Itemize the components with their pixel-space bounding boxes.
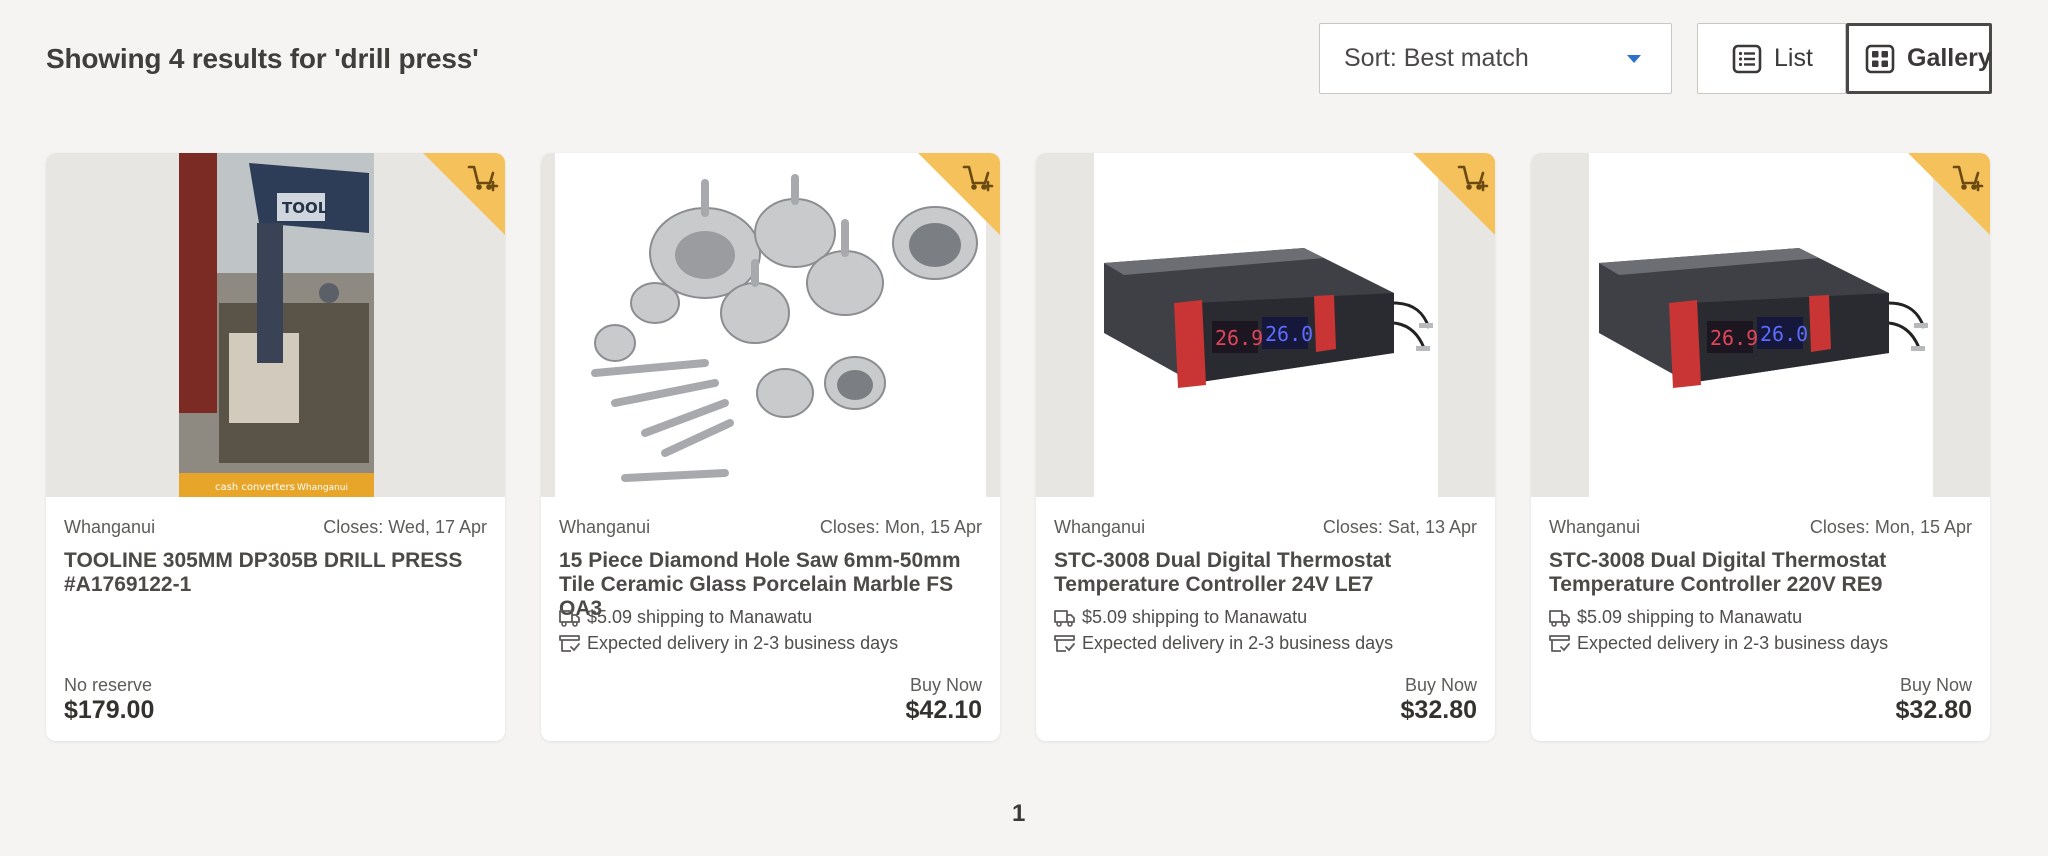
shipping-text: $5.09 shipping to Manawatu <box>587 607 813 627</box>
listing-price: $42.10 <box>905 696 982 724</box>
delivery-text: Expected delivery in 2-3 business days <box>1082 633 1394 653</box>
listing-meta: Whanganui Closes: Wed, 17 Apr <box>64 517 487 538</box>
watchlist-button[interactable] <box>918 153 1000 235</box>
listing-meta: Whanganui Closes: Mon, 15 Apr <box>1549 517 1972 538</box>
listing-image[interactable]: 26.9 26.0 <box>1036 153 1495 497</box>
store-logo-text: cash converters <box>215 482 295 493</box>
listing-title[interactable]: STC-3008 Dual Digital Thermostat Tempera… <box>1549 549 1972 597</box>
listing-image[interactable] <box>541 153 1000 497</box>
listing-location: Whanganui <box>559 517 651 537</box>
view-toggle: List Gallery <box>1697 23 1992 94</box>
listing-price: $179.00 <box>64 696 155 724</box>
truck-icon <box>559 609 580 627</box>
delivery-text: Expected delivery in 2-3 business days <box>587 633 899 653</box>
thermostat-controller-photo: 26.9 26.0 <box>1094 153 1438 497</box>
thermo-right-reading: 26.0 <box>1760 322 1808 346</box>
gallery-icon <box>1865 44 1895 73</box>
shipping-info: $5.09 shipping to Manawatu <box>1054 607 1307 628</box>
listing-title[interactable]: TOOLINE 305MM DP305B DRILL PRESS #A17691… <box>64 549 487 597</box>
price-label: No reserve <box>64 675 153 695</box>
delivery-info: Expected delivery in 2-3 business days <box>559 633 898 654</box>
shipping-text: $5.09 shipping to Manawatu <box>1082 607 1308 627</box>
delivery-check-icon <box>1054 634 1075 652</box>
list-view-button[interactable]: List <box>1697 23 1846 94</box>
watchlist-button[interactable] <box>1908 153 1990 235</box>
listing-card[interactable]: 26.9 26.0 Whanganui Closes: Sat, 13 Apr … <box>1036 153 1495 741</box>
listing-closes: Closes: Wed, 17 Apr <box>323 517 487 537</box>
listing-card[interactable]: TOOL cash converters Whanganui Whanganui… <box>46 153 505 741</box>
listing-closes: Closes: Sat, 13 Apr <box>1322 517 1477 537</box>
listing-image[interactable]: TOOL cash converters Whanganui <box>46 153 505 497</box>
listing-location: Whanganui <box>1549 517 1641 537</box>
delivery-text: Expected delivery in 2-3 business days <box>1577 633 1889 653</box>
price-label: Buy Now <box>1404 675 1477 695</box>
truck-icon <box>1549 609 1570 627</box>
delivery-check-icon <box>1549 634 1570 652</box>
listing-title[interactable]: STC-3008 Dual Digital Thermostat Tempera… <box>1054 549 1477 597</box>
gallery-view-label: Gallery <box>1907 44 1992 72</box>
listing-card[interactable]: 26.9 26.0 Whanganui Closes: Mon, 15 Apr … <box>1531 153 1990 741</box>
results-toolbar: Showing 4 results for 'drill press' Sort… <box>46 23 1992 95</box>
thermo-right-reading: 26.0 <box>1265 322 1313 346</box>
store-branch-text: Whanganui <box>297 483 348 493</box>
listing-meta: Whanganui Closes: Mon, 15 Apr <box>559 517 982 538</box>
listing-image[interactable]: 26.9 26.0 <box>1531 153 1990 497</box>
listing-grid: TOOL cash converters Whanganui Whanganui… <box>46 153 1990 741</box>
thermo-left-reading: 26.9 <box>1215 326 1263 350</box>
tool-brand-text: TOOL <box>282 199 328 217</box>
shipping-text: $5.09 shipping to Manawatu <box>1577 607 1803 627</box>
listing-location: Whanganui <box>1054 517 1146 537</box>
listing-price: $32.80 <box>1895 696 1972 724</box>
thermo-left-reading: 26.9 <box>1710 326 1758 350</box>
results-title: Showing 4 results for 'drill press' <box>46 43 479 74</box>
drill-press-photo: TOOL cash converters Whanganui <box>179 153 374 497</box>
sort-value: Sort: Best match <box>1344 44 1529 72</box>
watchlist-button[interactable] <box>423 153 505 235</box>
list-view-label: List <box>1774 44 1813 72</box>
shipping-info: $5.09 shipping to Manawatu <box>1549 607 1802 628</box>
listing-closes: Closes: Mon, 15 Apr <box>1809 517 1972 537</box>
listing-price: $32.80 <box>1400 696 1477 724</box>
price-label: Buy Now <box>1899 675 1972 695</box>
delivery-check-icon <box>559 634 580 652</box>
listing-closes: Closes: Mon, 15 Apr <box>819 517 982 537</box>
truck-icon <box>1054 609 1075 627</box>
delivery-info: Expected delivery in 2-3 business days <box>1549 633 1888 654</box>
sort-dropdown[interactable]: Sort: Best match <box>1319 23 1672 94</box>
pagination-current-page[interactable]: 1 <box>1012 800 1025 828</box>
delivery-info: Expected delivery in 2-3 business days <box>1054 633 1393 654</box>
list-icon <box>1732 44 1762 73</box>
shipping-info: $5.09 shipping to Manawatu <box>559 607 812 628</box>
watchlist-button[interactable] <box>1413 153 1495 235</box>
listing-meta: Whanganui Closes: Sat, 13 Apr <box>1054 517 1477 538</box>
price-label: Buy Now <box>909 675 982 695</box>
gallery-view-button[interactable]: Gallery <box>1846 23 1992 94</box>
listing-card[interactable]: Whanganui Closes: Mon, 15 Apr 15 Piece D… <box>541 153 1000 741</box>
caret-down-icon <box>1627 55 1641 63</box>
thermostat-controller-photo: 26.9 26.0 <box>1589 153 1933 497</box>
listing-location: Whanganui <box>64 517 156 537</box>
